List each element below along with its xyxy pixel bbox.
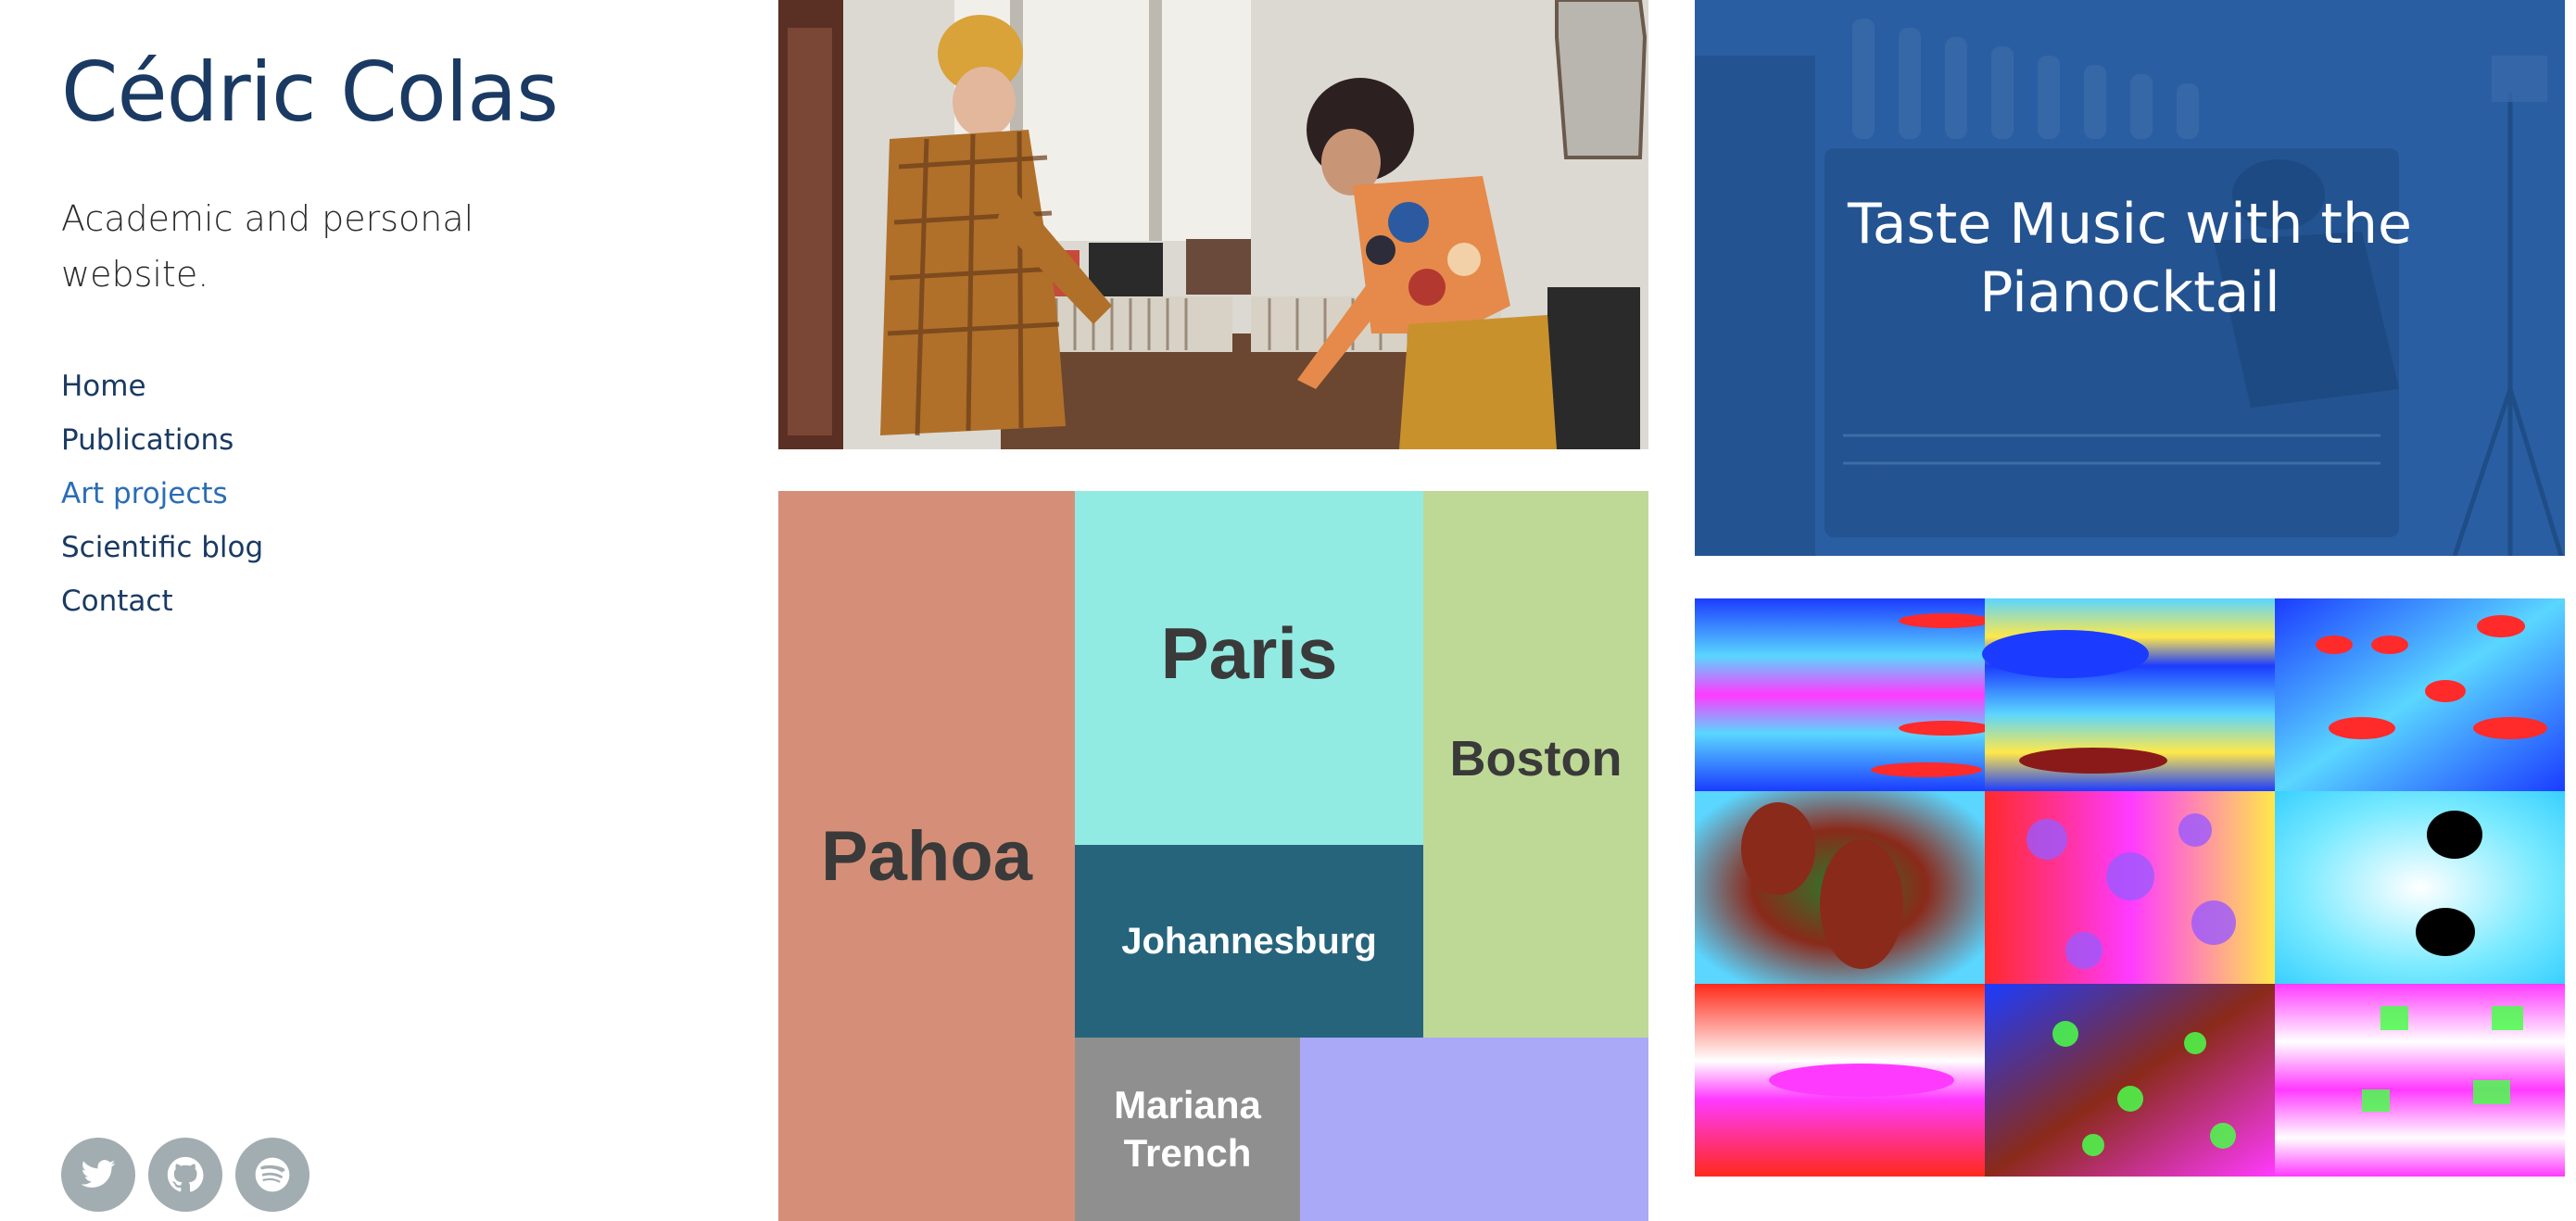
pianocktail-title[interactable]: Taste Music with the Pianocktail [1695,190,2565,327]
treemap-label-boston: Boston [1449,731,1623,787]
nav-item-art-projects[interactable]: Art projects [61,477,228,510]
nav-item-publications[interactable]: Publications [61,423,234,457]
twitter-button[interactable] [61,1138,135,1212]
social-links [61,1138,309,1212]
site-title[interactable]: Cédric Colas [61,46,559,139]
twitter-icon [81,1160,116,1188]
nav-item-home[interactable]: Home [61,370,146,403]
treemap-label-johannesburg: Johannesburg [1121,920,1377,962]
spotify-icon [255,1157,290,1192]
site-tagline: Academic and personal website. [61,198,474,295]
spotify-button[interactable] [235,1138,309,1212]
treemap-cell-unlabeled [1300,1038,1648,1221]
github-icon [167,1156,204,1192]
record-shop-photo [778,0,1648,449]
main-nav: Home Publications Art projects Scientifi… [61,359,263,628]
github-button[interactable] [148,1138,222,1212]
treemap-cell-johannesburg: Johannesburg [1075,845,1423,1038]
treemap-cell-boston: Boston [1423,491,1648,1038]
treemap-label-mariana-trench: Mariana Trench [1114,1083,1261,1175]
nav-item-contact[interactable]: Contact [61,585,173,618]
sidebar: Cédric Colas Academic and personal websi… [0,0,741,1221]
art-project-treemap-tile[interactable]: Pahoa Paris Boston Johannesburg Mariana … [778,491,1648,1221]
art-project-pianocktail-tile[interactable]: Taste Music with the Pianocktail [1695,0,2565,556]
art-project-patterns-tile[interactable] [1695,598,2565,1177]
art-project-records-tile[interactable] [778,0,1648,449]
treemap-label-paris: Paris [1160,612,1338,694]
treemap-label-pahoa: Pahoa [820,816,1033,896]
treemap-cell-paris: Paris [1075,491,1423,845]
nav-item-scientific-blog[interactable]: Scientific blog [61,531,263,564]
generative-patterns-grid [1695,598,2565,1177]
treemap-cell-mariana-trench: Mariana Trench [1075,1038,1300,1221]
treemap-cell-pahoa: Pahoa [778,491,1075,1221]
